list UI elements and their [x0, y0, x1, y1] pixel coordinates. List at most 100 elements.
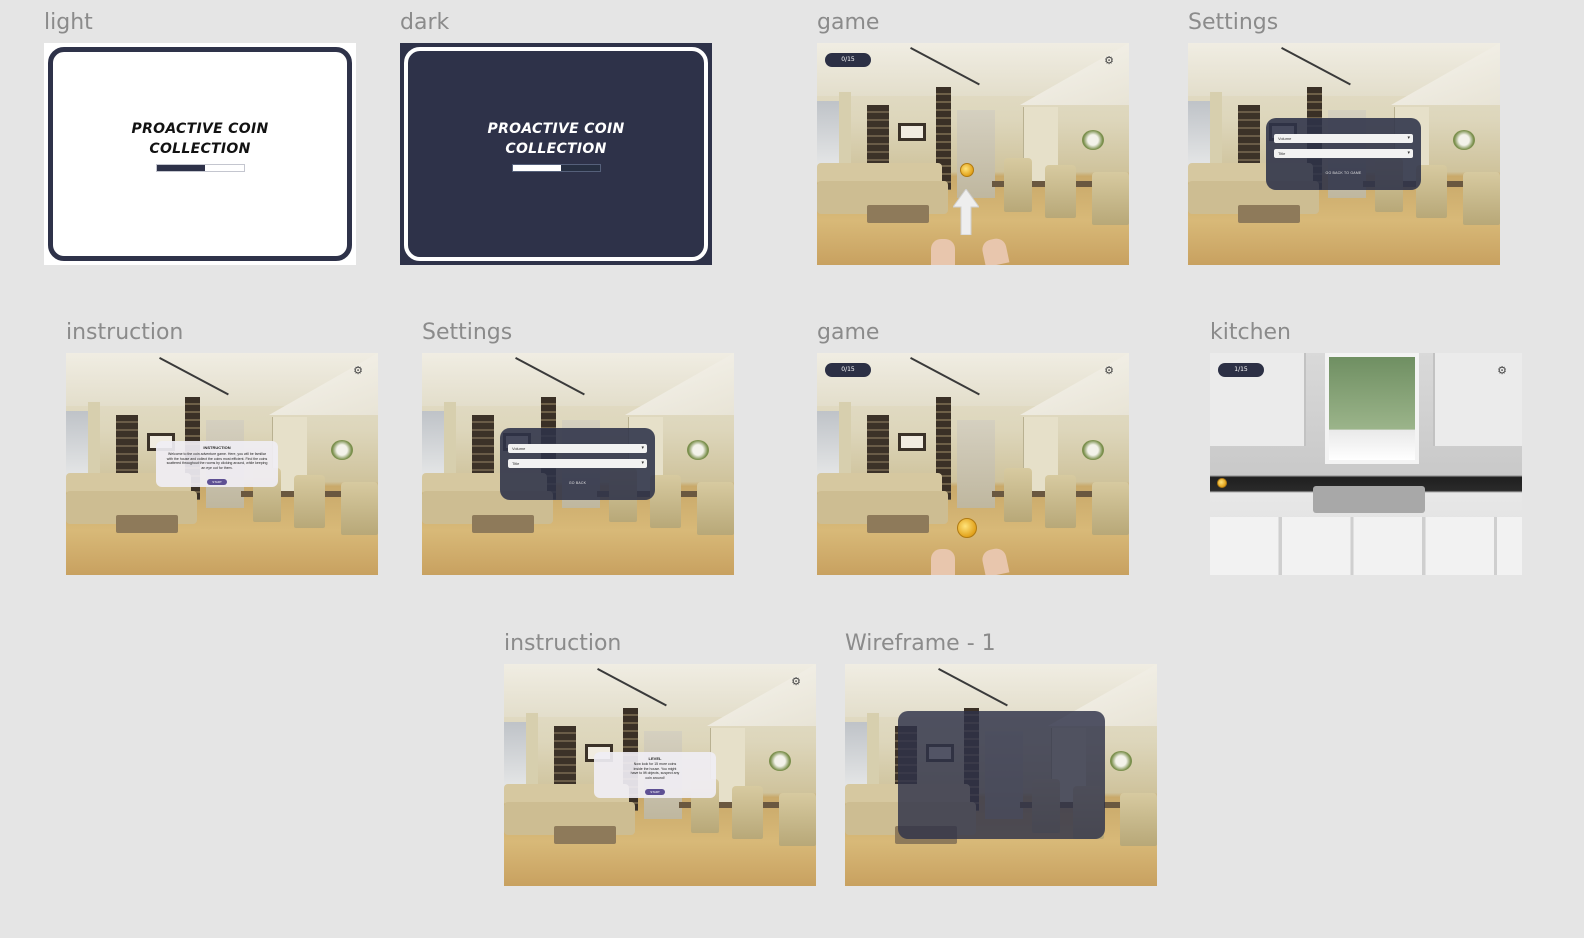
chair — [696, 481, 734, 536]
game-title-line1: PROACTIVE COIN — [487, 121, 625, 137]
coin-counter: 0/15 — [825, 363, 871, 377]
frame-label: Wireframe - 1 — [845, 631, 996, 656]
flowers — [769, 750, 792, 771]
instruction-body: Now look for 15 more coins inside the ho… — [630, 762, 680, 780]
living-room-scene[interactable]: 0/15 ⚙ — [817, 43, 1129, 265]
chair — [778, 792, 816, 847]
instruction-title: LEVEL — [648, 756, 662, 761]
flowers — [1082, 129, 1105, 150]
frame-label: Settings — [1188, 10, 1279, 35]
title-select[interactable]: Title — [1274, 149, 1413, 158]
frame-label: light — [44, 10, 93, 35]
gear-icon[interactable]: ⚙ — [352, 365, 364, 377]
frame-game: game 0/15 ⚙ — [817, 0, 1129, 266]
chair — [1044, 165, 1076, 219]
living-room-scene: LEVEL Now look for 15 more coins inside … — [504, 664, 816, 886]
game-title: PROACTIVE COIN COLLECTION — [44, 119, 356, 159]
frame-label: game — [817, 10, 880, 35]
chair — [1004, 158, 1033, 212]
settings-panel: Volume Title GO BACK — [500, 428, 655, 500]
flowers — [687, 439, 710, 460]
living-room-scene: Volume Title GO BACK TO GAME — [1188, 43, 1500, 265]
hand-left — [931, 549, 955, 575]
coffee-table — [553, 826, 617, 844]
wall-picture — [898, 122, 927, 141]
hand-left — [931, 239, 955, 265]
chair — [1462, 171, 1500, 226]
upper-cabinet — [1432, 353, 1522, 447]
frame-label: game — [817, 320, 880, 345]
chair — [1091, 481, 1129, 536]
frame-instruction: instruction INSTRUCTION Welcome to the c… — [66, 310, 378, 576]
title-select[interactable]: Title — [508, 459, 647, 468]
instruction-title: INSTRUCTION — [203, 445, 231, 450]
game-title-line2: COLLECTION — [149, 141, 251, 157]
loading-progress-fill — [513, 165, 561, 171]
up-arrow-icon[interactable] — [953, 189, 979, 235]
go-back-button[interactable]: GO BACK — [500, 481, 655, 485]
wall-picture — [898, 432, 927, 451]
living-room-scene — [845, 664, 1157, 886]
frame-label: instruction — [504, 631, 622, 656]
coffee-table — [115, 515, 179, 533]
coin-icon[interactable] — [960, 163, 974, 177]
frame-instruction: instruction LEVEL Now look for 15 more c… — [504, 621, 816, 887]
coin-icon[interactable] — [957, 518, 977, 538]
frame-dark: dark PROACTIVE COIN COLLECTION — [400, 0, 712, 266]
coffee-table — [471, 515, 535, 533]
frame-settings: Settings Volume Title GO BACK — [422, 310, 734, 576]
gear-icon[interactable]: ⚙ — [790, 676, 802, 688]
loading-progress-fill — [157, 165, 205, 171]
lower-cabinets — [1210, 517, 1522, 575]
instruction-body: Welcome to the coin adventure game. Here… — [166, 452, 268, 470]
loading-progress-bar — [512, 164, 601, 172]
frame-label: kitchen — [1210, 320, 1291, 345]
gear-icon[interactable]: ⚙ — [1496, 365, 1508, 377]
frame-kitchen: kitchen 1/15 ⚙ — [1210, 310, 1522, 576]
kitchen-window — [1325, 353, 1420, 464]
chair — [293, 475, 325, 529]
start-button[interactable]: START — [207, 479, 227, 485]
frame-label: instruction — [66, 320, 184, 345]
gear-icon[interactable]: ⚙ — [1103, 365, 1115, 377]
frame-label: Settings — [422, 320, 513, 345]
game-title: PROACTIVE COIN COLLECTION — [400, 119, 712, 159]
go-back-to-game-button[interactable]: GO BACK TO GAME — [1266, 171, 1421, 175]
loading-progress-bar — [156, 164, 245, 172]
coffee-table — [866, 515, 930, 533]
volume-select[interactable]: Volume — [508, 444, 647, 453]
flowers — [1453, 129, 1476, 150]
coffee-table — [1237, 205, 1301, 223]
chair — [1044, 475, 1076, 529]
splash-screen-light: PROACTIVE COIN COLLECTION — [44, 43, 356, 265]
start-button[interactable]: START — [645, 789, 665, 795]
coin-counter: 1/15 — [1218, 363, 1264, 377]
frame-label: dark — [400, 10, 450, 35]
settings-panel: Volume Title GO BACK TO GAME — [1266, 118, 1421, 190]
living-room-scene[interactable]: 0/15 ⚙ — [817, 353, 1129, 575]
game-title-line1: PROACTIVE COIN — [131, 121, 269, 137]
chair — [340, 481, 378, 536]
chair — [1091, 171, 1129, 226]
frame-light: light PROACTIVE COIN COLLECTION — [44, 0, 356, 266]
instruction-panel: INSTRUCTION Welcome to the coin adventur… — [156, 441, 278, 487]
game-title-line2: COLLECTION — [505, 141, 607, 157]
blank-overlay-panel — [898, 711, 1105, 839]
splash-screen-dark: PROACTIVE COIN COLLECTION — [400, 43, 712, 265]
doorway — [957, 419, 995, 509]
kitchen-scene[interactable]: 1/15 ⚙ — [1210, 353, 1522, 575]
gear-icon[interactable]: ⚙ — [1103, 55, 1115, 67]
chair — [1119, 792, 1157, 847]
frame-game: game 0/15 ⚙ — [817, 310, 1129, 576]
hand-right — [980, 236, 1010, 265]
frame-settings: Settings Volume Title GO BACK TO GAME — [1188, 0, 1500, 266]
chair — [731, 786, 763, 840]
doorway — [957, 109, 995, 199]
flowers — [1082, 439, 1105, 460]
coin-icon[interactable] — [1217, 478, 1227, 488]
chair — [1004, 468, 1033, 522]
living-room-scene: INSTRUCTION Welcome to the coin adventur… — [66, 353, 378, 575]
flowers — [1110, 750, 1133, 771]
volume-select[interactable]: Volume — [1274, 134, 1413, 143]
coin-counter: 0/15 — [825, 53, 871, 67]
